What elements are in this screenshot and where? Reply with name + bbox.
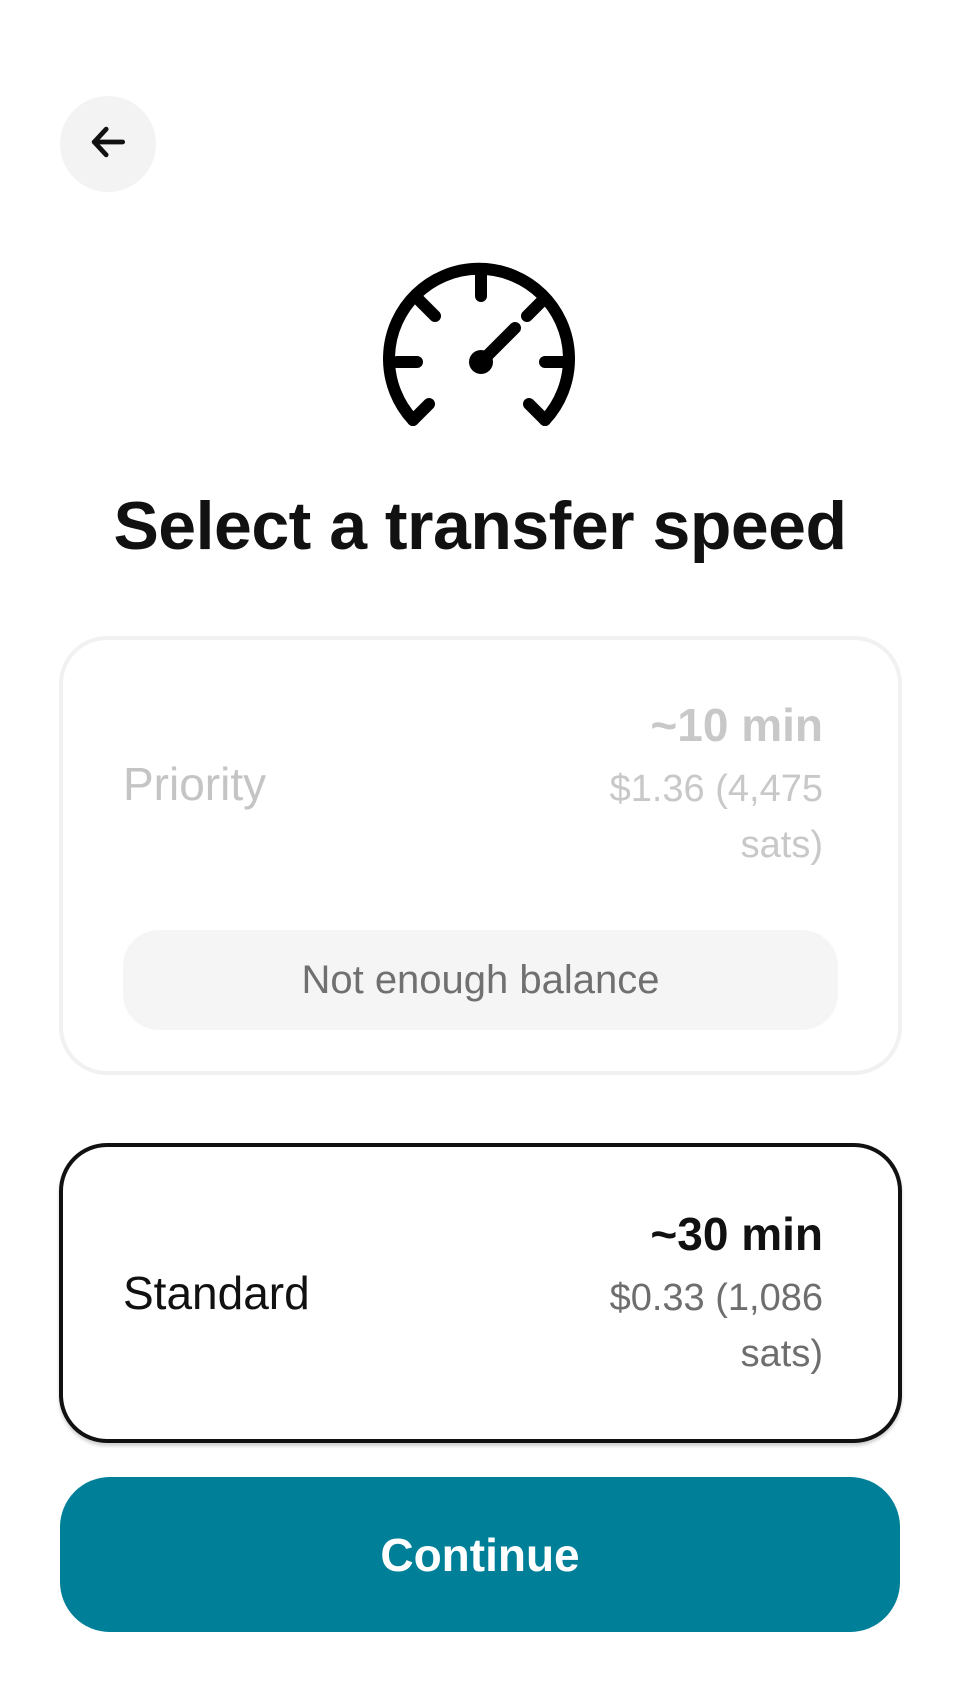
speed-option-info: ~10 min $1.36 (4,475 sats) <box>543 695 823 873</box>
speed-option-fee: $0.33 (1,086 sats) <box>609 1277 823 1375</box>
speed-option-time: ~10 min <box>650 699 823 751</box>
page-title: Select a transfer speed <box>113 488 847 564</box>
speed-option-fee: $1.36 (4,475 sats) <box>609 768 823 866</box>
continue-button[interactable]: Continue <box>60 1477 900 1632</box>
insufficient-balance-notice: Not enough balance <box>123 930 838 1030</box>
speed-option-info: ~30 min $0.33 (1,086 sats) <box>543 1204 823 1382</box>
speed-option-label: Priority <box>123 758 267 810</box>
speed-option-row: Standard ~30 min $0.33 (1,086 sats) <box>123 1203 823 1383</box>
speed-option-standard[interactable]: Standard ~30 min $0.33 (1,086 sats) <box>59 1143 902 1443</box>
speed-option-row: Priority ~10 min $1.36 (4,475 sats) <box>123 699 823 866</box>
back-button[interactable] <box>60 96 156 192</box>
speed-option-priority[interactable]: Priority ~10 min $1.36 (4,475 sats) Not … <box>59 636 902 1075</box>
speed-option-label: Standard <box>123 1267 310 1319</box>
arrow-left-icon <box>86 120 130 169</box>
speed-option-time: ~30 min <box>650 1208 823 1260</box>
speedometer-icon <box>383 262 579 438</box>
